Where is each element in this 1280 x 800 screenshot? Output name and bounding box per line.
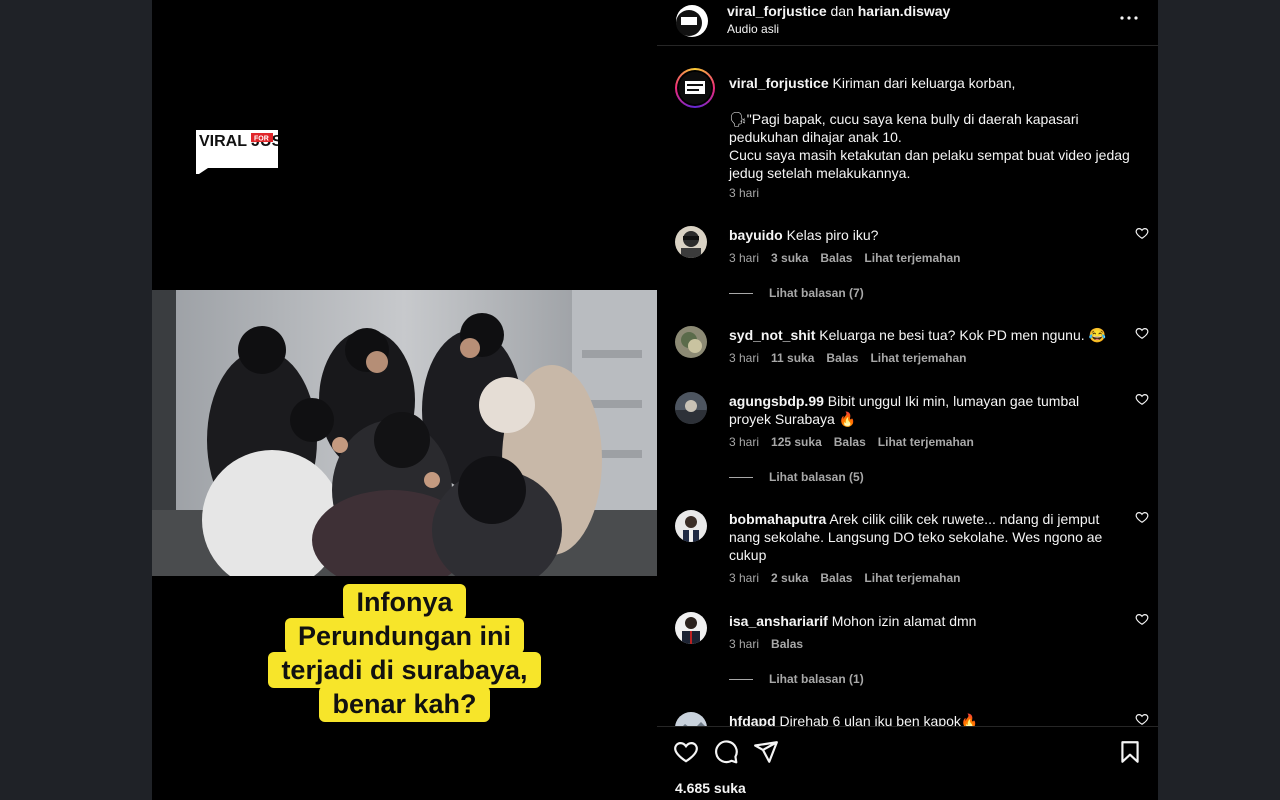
caption-line: Kiriman dari keluarga korban, bbox=[832, 75, 1016, 91]
video-caption: Infonya Perundungan ini terjadi di surab… bbox=[152, 584, 657, 722]
reply-button[interactable]: Balas bbox=[771, 637, 803, 651]
translate-button[interactable]: Lihat terjemahan bbox=[864, 571, 960, 585]
caption-text: viral_forjustice Kiriman dari keluarga k… bbox=[729, 74, 1139, 182]
backdrop-left bbox=[0, 0, 152, 800]
comment-time: 3 hari bbox=[729, 571, 760, 585]
comment-username[interactable]: hfdapd bbox=[729, 713, 776, 726]
comment-body: Direhab 6 ulan iku ben kapok🔥 bbox=[779, 713, 979, 726]
reply-button[interactable]: Balas bbox=[826, 351, 858, 365]
comment-username[interactable]: syd_not_shit bbox=[729, 327, 815, 343]
like-count[interactable]: 4.685 suka bbox=[675, 780, 746, 796]
comment-likes[interactable]: 125 suka bbox=[771, 435, 822, 449]
comment-thread[interactable]: viral_forjustice Kiriman dari keluarga k… bbox=[657, 64, 1158, 726]
comment-body: Kelas piro iku? bbox=[786, 227, 879, 243]
reply-button[interactable]: Balas bbox=[820, 571, 852, 585]
comment-likes[interactable]: 11 suka bbox=[771, 351, 814, 365]
comment-body: Mohon izin alamat dmn bbox=[831, 613, 977, 629]
translate-button[interactable]: Lihat terjemahan bbox=[870, 351, 966, 365]
comment-meta: 3 hari 125 suka Balas Lihat terjemahan bbox=[729, 435, 974, 449]
comment-meta: 3 hari 11 suka Balas Lihat terjemahan bbox=[729, 351, 966, 365]
avatar-story-ring[interactable] bbox=[675, 68, 715, 108]
comment-text: hfdapd Direhab 6 ulan iku ben kapok🔥 bbox=[729, 712, 1114, 726]
post-modal: VIRAL JUSTICE FOR bbox=[152, 0, 1158, 800]
caption-timestamp: 3 hari bbox=[729, 186, 760, 200]
more-options-button[interactable] bbox=[1117, 6, 1141, 30]
like-comment-heart-icon[interactable] bbox=[1135, 226, 1149, 240]
caption-line-3: terjadi di surabaya, bbox=[268, 652, 541, 688]
comment-username[interactable]: bayuido bbox=[729, 227, 783, 243]
video-frame bbox=[152, 290, 657, 576]
post-actions: 4.685 suka bbox=[657, 726, 1158, 800]
caption-quote-continued: Cucu saya masih ketakutan dan pelaku sem… bbox=[729, 147, 1130, 181]
view-replies-label: Lihat balasan (7) bbox=[769, 286, 864, 300]
avatar[interactable] bbox=[675, 392, 707, 424]
like-comment-heart-icon[interactable] bbox=[1135, 510, 1149, 524]
view-replies-button[interactable]: Lihat balasan (1) bbox=[729, 672, 864, 686]
comment-text: bobmahaputra Arek cilik cilik cek ruwete… bbox=[729, 510, 1114, 564]
avatar[interactable] bbox=[675, 4, 709, 38]
comment-body: Keluarga ne besi tua? Kok PD men ngunu. … bbox=[819, 327, 1106, 343]
avatar bbox=[679, 72, 711, 104]
comment-username[interactable]: agungsbdp.99 bbox=[729, 393, 824, 409]
avatar[interactable] bbox=[675, 712, 707, 726]
view-replies-label: Lihat balasan (1) bbox=[769, 672, 864, 686]
like-comment-heart-icon[interactable] bbox=[1135, 326, 1149, 340]
comment-text: isa_anshariarif Mohon izin alamat dmn bbox=[729, 612, 1114, 630]
avatar[interactable] bbox=[675, 510, 707, 542]
avatar[interactable] bbox=[675, 226, 707, 258]
logo-small-text: FOR bbox=[254, 136, 269, 143]
comment-meta: 3 hari 2 suka Balas Lihat terjemahan bbox=[729, 571, 960, 585]
comment-icon[interactable] bbox=[713, 739, 739, 765]
video-player[interactable]: VIRAL JUSTICE FOR bbox=[152, 0, 657, 800]
viral-justice-logo: VIRAL JUSTICE FOR bbox=[196, 130, 278, 174]
post-authors: viral_forjustice dan harian.disway bbox=[727, 3, 950, 19]
like-comment-heart-icon[interactable] bbox=[1135, 392, 1149, 406]
comment-meta: 3 hari 3 suka Balas Lihat terjemahan bbox=[729, 251, 960, 265]
comment-likes[interactable]: 2 suka bbox=[771, 571, 808, 585]
comment-time: 3 hari bbox=[729, 351, 760, 365]
translate-button[interactable]: Lihat terjemahan bbox=[878, 435, 974, 449]
author-joiner: dan bbox=[830, 3, 854, 19]
caption-username[interactable]: viral_forjustice bbox=[729, 75, 829, 91]
reply-button[interactable]: Balas bbox=[834, 435, 866, 449]
avatar[interactable] bbox=[675, 326, 707, 358]
heart-icon[interactable] bbox=[673, 739, 699, 765]
author-username[interactable]: viral_forjustice bbox=[727, 3, 827, 19]
caption-line-1: Infonya bbox=[343, 584, 466, 620]
caption-quote: 🗣"Pagi bapak, cucu saya kena bully di da… bbox=[729, 111, 1079, 145]
comment-text: syd_not_shit Keluarga ne besi tua? Kok P… bbox=[729, 326, 1114, 344]
audio-label[interactable]: Audio asli bbox=[727, 22, 779, 36]
comment-time: 3 hari bbox=[729, 435, 760, 449]
comment-time: 3 hari bbox=[729, 251, 760, 265]
bookmark-icon[interactable] bbox=[1117, 739, 1143, 765]
comment-text: agungsbdp.99 Bibit unggul Iki min, lumay… bbox=[729, 392, 1114, 428]
comment-username[interactable]: bobmahaputra bbox=[729, 511, 826, 527]
view-replies-button[interactable]: Lihat balasan (7) bbox=[729, 286, 864, 300]
avatar[interactable] bbox=[675, 612, 707, 644]
comment-likes[interactable]: 3 suka bbox=[771, 251, 808, 265]
comment-username[interactable]: isa_anshariarif bbox=[729, 613, 828, 629]
comment-time: 3 hari bbox=[729, 637, 760, 651]
like-comment-heart-icon[interactable] bbox=[1135, 612, 1149, 626]
comments-panel: viral_forjustice dan harian.disway Audio… bbox=[657, 0, 1158, 800]
like-comment-heart-icon[interactable] bbox=[1135, 712, 1149, 726]
caption-line-4: benar kah? bbox=[319, 686, 490, 722]
view-replies-label: Lihat balasan (5) bbox=[769, 470, 864, 484]
reply-button[interactable]: Balas bbox=[820, 251, 852, 265]
comment-text: bayuido Kelas piro iku? bbox=[729, 226, 1114, 244]
post-header: viral_forjustice dan harian.disway Audio… bbox=[657, 0, 1158, 46]
collaborator-username[interactable]: harian.disway bbox=[858, 3, 951, 19]
backdrop-right bbox=[1158, 0, 1280, 800]
translate-button[interactable]: Lihat terjemahan bbox=[864, 251, 960, 265]
view-replies-button[interactable]: Lihat balasan (5) bbox=[729, 470, 864, 484]
paper-plane-icon[interactable] bbox=[753, 739, 779, 765]
comment-meta: 3 hari Balas bbox=[729, 637, 803, 651]
more-horizontal-icon bbox=[1120, 16, 1138, 20]
caption-line-2: Perundungan ini bbox=[285, 618, 524, 654]
